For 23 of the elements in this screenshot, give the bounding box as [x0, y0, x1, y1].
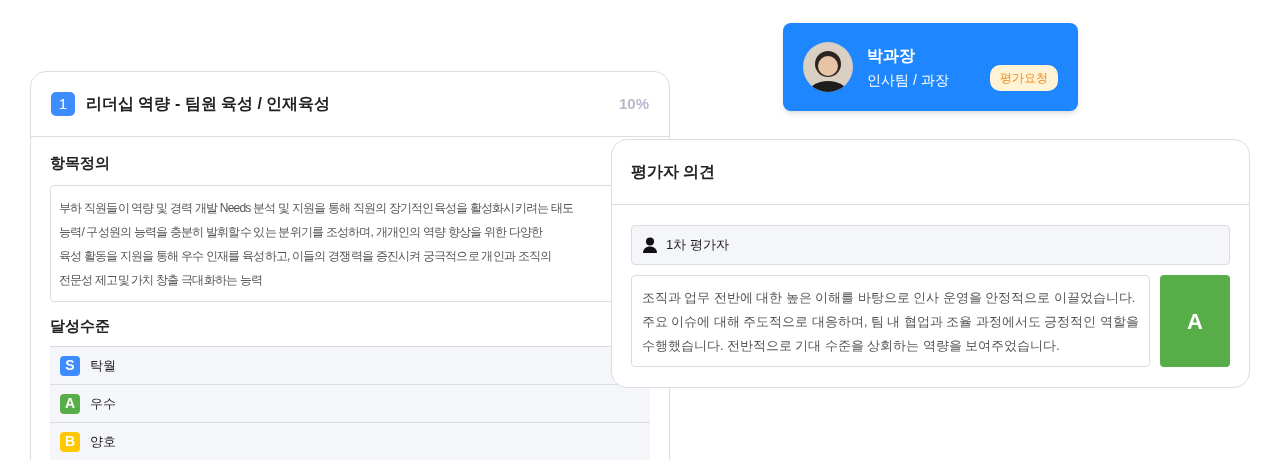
definition-text: 전문성 제고및 가치 창출 극대화하는 능력 [59, 271, 264, 289]
evaluator-label: 1차 평가자 [666, 236, 729, 255]
grade-badge: S [60, 355, 80, 376]
profile-name: 박과장 [867, 45, 916, 66]
status-badge: 평가요청 [990, 65, 1058, 91]
definition-text: 능력/ 구성원의 능력을 충분히 발휘할수 있는 분위기를 조성하며, 개개인의 역량 향상을 위한 다양한 [59, 223, 544, 241]
criterion-title: 리더십 역량 - 팀원 육성 / 인재육성 [86, 94, 331, 114]
user-icon [642, 237, 658, 253]
grade-badge: A [60, 393, 80, 414]
level-label: 우수 [90, 394, 116, 413]
comment-text: 수행했습니다. 전반적으로 기대 수준을 상회하는 역량을 보여주었습니다. [642, 338, 1061, 355]
profile-role: 인사팀 / 과장 [867, 70, 949, 90]
definition-text: 육성 활동을 지원을 통해 우수 인재를 육성하고, 이들의 경쟁력을 증진시켜 궁극적으로 개인과 조직의 [59, 247, 553, 265]
opinion-title: 평가자 의견 [631, 162, 716, 182]
definition-text: 부하 직원들이 역량 및 경력 개발 Needs 분석 및 지원을 통해 직원의 장기적인육성을 활성화시키려는 태도 [59, 199, 575, 217]
level-label: 탁월 [90, 356, 116, 375]
grade-box: A [1159, 275, 1230, 367]
level-label: 양호 [90, 432, 116, 451]
number-badge: 1 [51, 92, 75, 116]
grade-badge: B [60, 431, 80, 452]
comment-text: 조직과 업무 전반에 대한 높은 이해를 바탕으로 인사 운영을 안정적으로 이끌었습니다. [642, 290, 1137, 307]
weight-value: 10% [618, 93, 649, 114]
comment-text: 주요 이슈에 대해 주도적으로 대응하며, 팀 내 협업과 조율 과정에서도 긍정적인 역할을 [642, 314, 1139, 331]
